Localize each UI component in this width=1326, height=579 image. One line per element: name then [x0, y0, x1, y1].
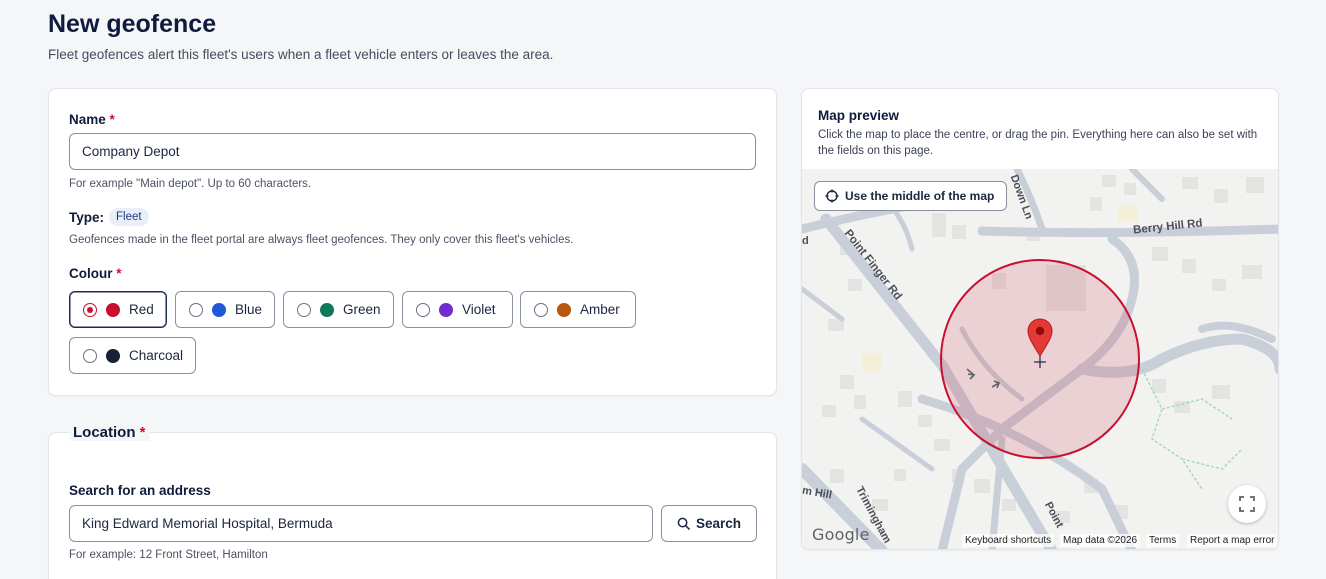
radio[interactable] — [534, 302, 548, 317]
radio[interactable] — [416, 302, 430, 317]
map-description: Click the map to place the centre, or dr… — [818, 129, 1258, 157]
map-preview-card: Map preview Click the map to place the c… — [801, 88, 1279, 550]
colour-option-blue[interactable]: Blue — [175, 291, 275, 328]
type-hint: Geofences made in the fleet portal are a… — [69, 234, 574, 246]
location-legend: Location * — [69, 424, 150, 441]
radio[interactable] — [189, 302, 203, 317]
report-map-error-link[interactable]: Report a map error — [1187, 534, 1278, 547]
name-hint: For example "Main depot". Up to 60 chara… — [69, 178, 312, 190]
colour-option-green[interactable]: Green — [283, 291, 394, 328]
colour-dot-red — [106, 302, 120, 317]
fullscreen-button[interactable] — [1228, 485, 1266, 523]
address-search-input[interactable]: King Edward Memorial Hospital, Bermuda — [69, 505, 653, 542]
colour-label: Colour * — [69, 266, 122, 281]
colour-dot-amber — [557, 302, 571, 317]
fullscreen-icon — [1239, 496, 1255, 512]
required-mark: * — [109, 112, 115, 127]
map-data-label: Map data ©2026 — [1060, 534, 1141, 547]
crosshair-icon — [825, 189, 839, 203]
details-card: Name * Company Depot For example "Main d… — [48, 88, 777, 396]
use-middle-of-map-button[interactable]: Use the middle of the map — [814, 181, 1008, 211]
map-tiles — [802, 169, 1278, 549]
location-card: Location * Search for an address King Ed… — [48, 424, 777, 579]
terms-link[interactable]: Terms — [1146, 534, 1180, 547]
colour-option-red[interactable]: Red — [69, 291, 167, 328]
radio[interactable] — [297, 302, 311, 317]
colour-dot-charcoal — [106, 348, 120, 363]
name-input[interactable]: Company Depot — [69, 133, 756, 170]
colour-option-violet[interactable]: Violet — [402, 291, 513, 328]
page-title: New geofence — [48, 10, 217, 38]
radio[interactable] — [83, 348, 97, 363]
page-subtitle: Fleet geofences alert this fleet's users… — [48, 47, 554, 62]
colour-dot-blue — [212, 302, 226, 317]
type-badge: Fleet — [109, 208, 149, 226]
search-hint: For example: 12 Front Street, Hamilton — [69, 549, 268, 561]
colour-dot-green — [320, 302, 334, 317]
radio-selected[interactable] — [83, 302, 97, 317]
search-icon — [677, 517, 690, 530]
search-label: Search for an address — [69, 483, 211, 498]
required-mark: * — [139, 424, 146, 441]
search-button[interactable]: Search — [661, 505, 757, 542]
street-label: d — [802, 235, 809, 247]
google-logo: Google — [812, 525, 870, 544]
colour-option-amber[interactable]: Amber — [520, 291, 636, 328]
name-label: Name * — [69, 112, 115, 127]
colour-dot-violet — [439, 302, 453, 317]
map-canvas[interactable]: Berry Hill Rd Point Finger Rd Down Ln Tr… — [802, 169, 1278, 549]
type-label: Type: — [69, 210, 105, 225]
type-row: Type: Fleet — [69, 208, 149, 226]
required-mark: * — [116, 266, 122, 281]
colour-option-charcoal[interactable]: Charcoal — [69, 337, 196, 374]
map-title: Map preview — [818, 108, 900, 123]
keyboard-shortcuts-link[interactable]: Keyboard shortcuts — [962, 534, 1055, 547]
